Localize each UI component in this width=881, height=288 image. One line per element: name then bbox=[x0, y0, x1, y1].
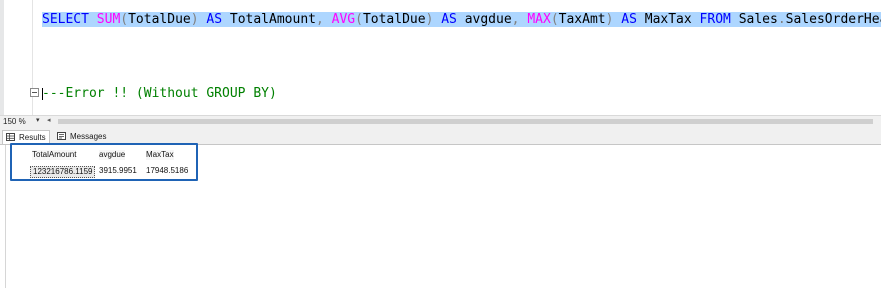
keyword-as: AS bbox=[206, 12, 223, 27]
paren: ) bbox=[190, 12, 199, 27]
editor-status-bar: 150 % ▾ ◂ bbox=[0, 115, 881, 127]
horizontal-scrollbar[interactable] bbox=[58, 119, 873, 124]
schema-name: Sales bbox=[738, 12, 778, 27]
paren: ( bbox=[550, 12, 559, 27]
alias-name: MaxTax bbox=[644, 12, 692, 27]
tab-results[interactable]: Results bbox=[2, 130, 50, 144]
column-name: TotalDue bbox=[128, 12, 191, 27]
tab-messages[interactable]: Messages bbox=[54, 130, 109, 143]
query-editor[interactable]: SELECT SUM(TotalDue) AS TotalAmount, AVG… bbox=[0, 0, 881, 115]
paren: ) bbox=[425, 12, 434, 27]
comma: , bbox=[511, 12, 520, 27]
zoom-level[interactable]: 150 % bbox=[3, 117, 26, 126]
zoom-dropdown-icon[interactable]: ▾ bbox=[36, 116, 40, 124]
tab-messages-label: Messages bbox=[70, 132, 107, 141]
column-name: TaxAmt bbox=[558, 12, 606, 27]
function-sum: SUM bbox=[96, 12, 121, 27]
table-name: SalesOrderHeader bbox=[785, 12, 881, 27]
query-line-select[interactable]: SELECT SUM(TotalDue) AS TotalAmount, AVG… bbox=[42, 11, 881, 29]
function-max: MAX bbox=[527, 12, 551, 27]
selected-text: SELECT SUM(TotalDue) AS TotalAmount, AVG… bbox=[42, 12, 881, 27]
tab-results-label: Results bbox=[19, 133, 46, 142]
alias-name: avgdue bbox=[464, 12, 512, 27]
paren: ) bbox=[605, 12, 614, 27]
collapse-region-icon[interactable] bbox=[30, 88, 39, 97]
alias-name: TotalAmount bbox=[229, 12, 316, 27]
editor-margin-line bbox=[32, 0, 33, 115]
messages-icon bbox=[57, 132, 66, 140]
paren: ( bbox=[355, 12, 363, 27]
highlight-annotation-box bbox=[10, 143, 198, 181]
paren: ( bbox=[120, 12, 129, 27]
dot: . bbox=[777, 12, 786, 27]
function-avg: AVG bbox=[331, 12, 356, 27]
keyword-as: AS bbox=[621, 12, 637, 27]
column-name: TotalDue bbox=[362, 12, 426, 27]
results-left-border bbox=[5, 145, 6, 288]
grid-icon bbox=[6, 133, 15, 141]
query-comment-line[interactable]: ---Error !! (Without GROUP BY) bbox=[42, 85, 277, 103]
keyword-as: AS bbox=[441, 12, 457, 27]
keyword-from: FROM bbox=[699, 12, 731, 27]
keyword-select: SELECT bbox=[42, 12, 89, 27]
comma: , bbox=[315, 12, 324, 27]
editor-gutter bbox=[0, 0, 4, 115]
scroll-left-icon[interactable]: ◂ bbox=[47, 116, 51, 124]
